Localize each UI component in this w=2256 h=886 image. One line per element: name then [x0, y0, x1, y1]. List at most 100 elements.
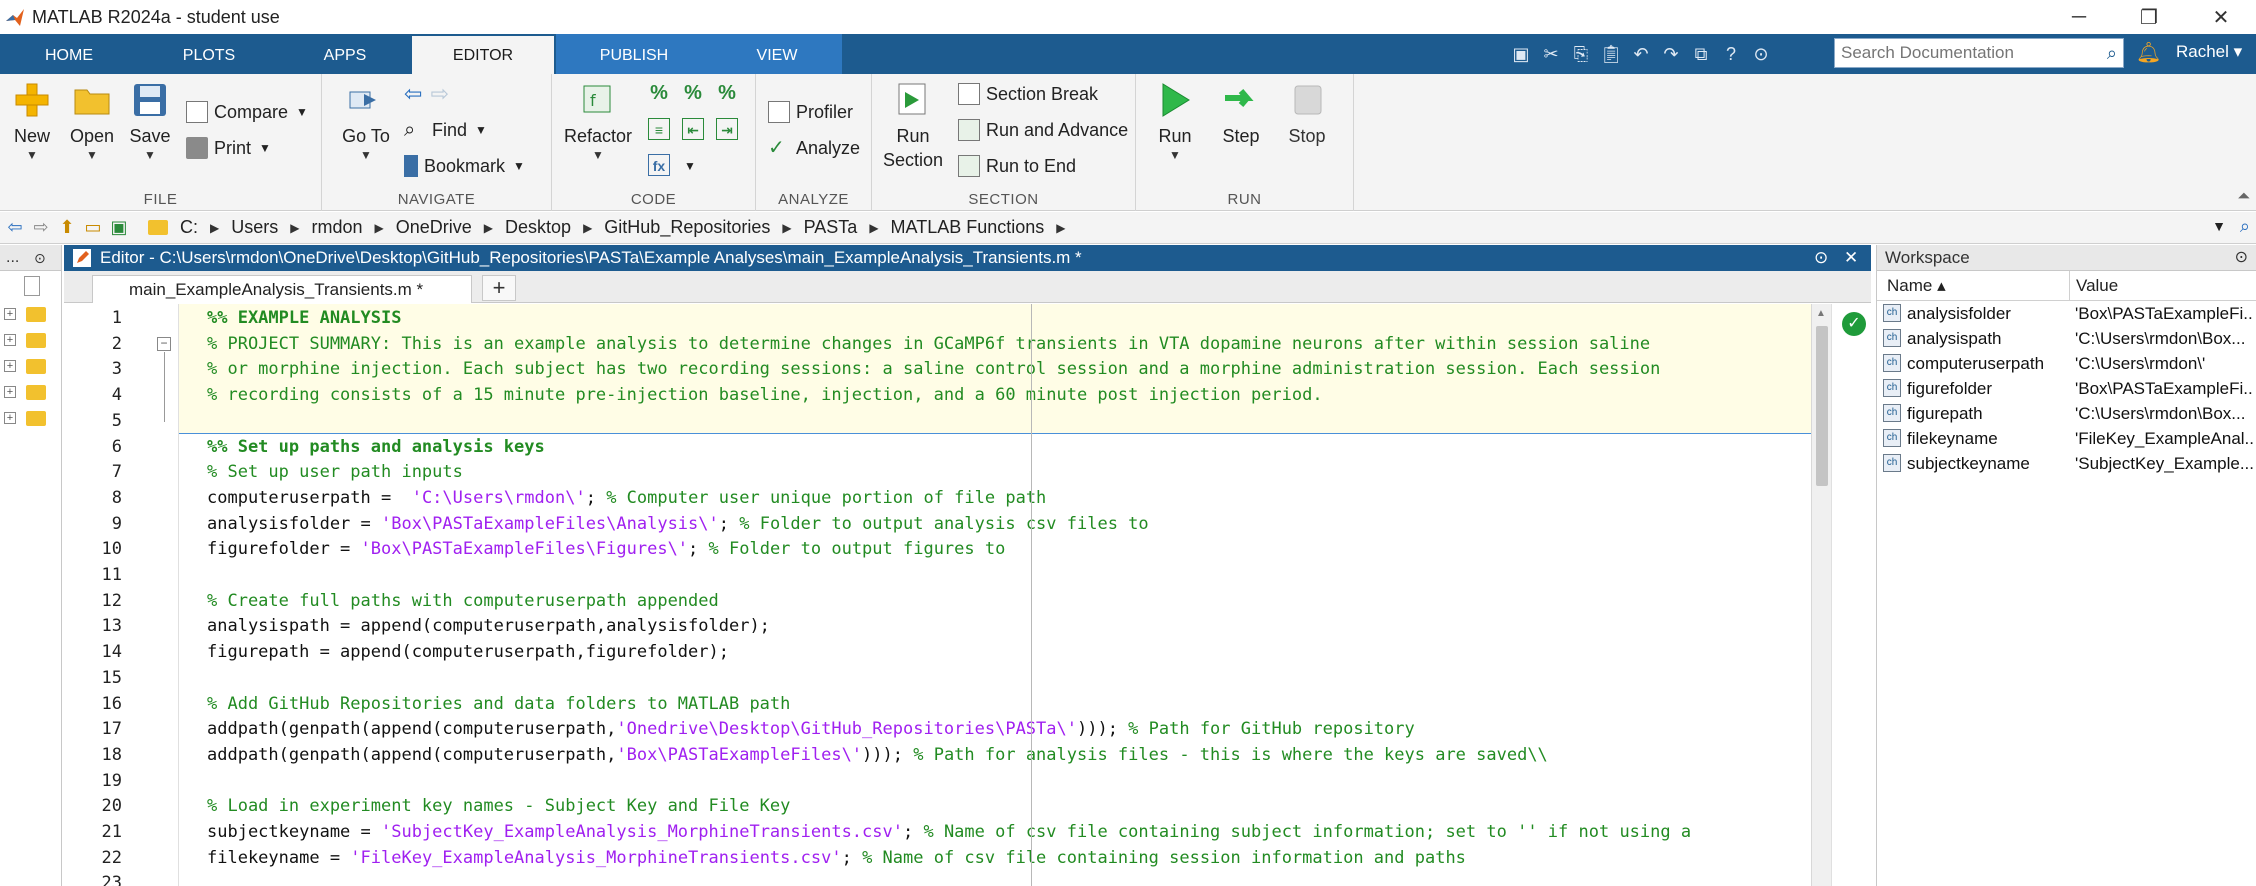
- run-to-end-button[interactable]: Run to End: [958, 152, 1076, 180]
- breadcrumb-desktop[interactable]: Desktop: [505, 217, 571, 238]
- chevron-right-icon[interactable]: ▶: [290, 221, 299, 235]
- go-to-button[interactable]: Go To ▼: [336, 80, 396, 162]
- chevron-right-icon[interactable]: ▶: [1056, 221, 1065, 235]
- code-line[interactable]: 1 %% EXAMPLE ANALYSIS: [64, 308, 1811, 334]
- expand-icon[interactable]: +: [4, 334, 16, 346]
- run-button[interactable]: Run ▼: [1150, 80, 1200, 162]
- back-forward-nav[interactable]: ⇦ ⇨: [404, 80, 449, 108]
- breadcrumb-rmdon[interactable]: rmdon: [311, 217, 362, 238]
- breadcrumb-onedrive[interactable]: OneDrive: [396, 217, 472, 238]
- code-line[interactable]: 11: [64, 565, 1811, 591]
- code-line[interactable]: 6 %% Set up paths and analysis keys: [64, 437, 1811, 463]
- paste-icon[interactable]: 📋︎: [1596, 40, 1626, 68]
- search-input[interactable]: [1835, 39, 2085, 67]
- forward-arrow-icon[interactable]: ⇨: [430, 81, 448, 107]
- code-line[interactable]: 3 % or morphine injection. Each subject h…: [64, 359, 1811, 385]
- analyze-button[interactable]: ✓ Analyze: [768, 134, 860, 162]
- breadcrumb-github[interactable]: GitHub_Repositories: [604, 217, 770, 238]
- scroll-up-icon[interactable]: ▲: [1816, 308, 1826, 319]
- forward-arrow-icon[interactable]: ⇨: [30, 217, 52, 239]
- editor-options-icon[interactable]: ⊙: [1814, 245, 1828, 271]
- refactor-button[interactable]: f Refactor ▼: [562, 80, 634, 162]
- search-folder-icon[interactable]: ⌕: [2240, 216, 2250, 237]
- workspace-menu-icon[interactable]: ⊙: [2235, 245, 2248, 271]
- user-menu[interactable]: Rachel ▾: [2176, 42, 2242, 62]
- tab-view[interactable]: VIEW: [712, 34, 842, 74]
- decrease-indent-icon[interactable]: ⇤: [682, 118, 704, 140]
- switch-windows-icon[interactable]: ⧉: [1686, 40, 1716, 68]
- expand-icon[interactable]: +: [4, 412, 16, 424]
- smart-indent-icon[interactable]: ≡: [648, 118, 670, 140]
- search-icon[interactable]: ⌕: [2107, 43, 2117, 64]
- profiler-button[interactable]: Profiler: [768, 98, 853, 126]
- section-break-button[interactable]: Section Break: [958, 80, 1098, 108]
- scrollbar-thumb[interactable]: [1816, 326, 1828, 486]
- new-button[interactable]: New ▼: [6, 80, 58, 162]
- code-line[interactable]: 10 figurefolder = 'Box\PASTaExampleFiles\…: [64, 539, 1811, 565]
- chevron-right-icon[interactable]: ▶: [375, 221, 384, 235]
- code-line[interactable]: 15: [64, 668, 1811, 694]
- code-line[interactable]: 4 % recording consists of a 15 minute pre…: [64, 385, 1811, 411]
- collapse-ribbon-icon[interactable]: ⏶: [2237, 188, 2250, 206]
- code-line[interactable]: 19: [64, 771, 1811, 797]
- up-folder-icon[interactable]: ⬆: [56, 217, 78, 239]
- code-line[interactable]: 16 % Add GitHub Repositories and data fol…: [64, 694, 1811, 720]
- folder-row[interactable]: +: [0, 405, 61, 431]
- close-editor-icon[interactable]: ✕: [1844, 245, 1858, 271]
- save-button[interactable]: Save ▼: [124, 80, 176, 162]
- open-button[interactable]: Open ▼: [64, 80, 120, 162]
- workspace-variable-row[interactable]: ch subjectkeyname 'SubjectKey_Example...: [1877, 451, 2256, 476]
- run-section-button[interactable]: Run Section: [880, 80, 946, 172]
- breadcrumb-users[interactable]: Users: [231, 217, 278, 238]
- tab-apps[interactable]: APPS: [280, 34, 410, 74]
- tab-editor[interactable]: EDITOR: [412, 36, 554, 74]
- workspace-variable-row[interactable]: ch figurepath 'C:\Users\rmdon\Box...: [1877, 401, 2256, 426]
- undo-icon[interactable]: ↶: [1626, 40, 1656, 68]
- breadcrumb-c[interactable]: C:: [180, 217, 198, 238]
- folder-row[interactable]: +: [0, 353, 61, 379]
- maximize-button[interactable]: ❐: [2114, 0, 2184, 34]
- back-arrow-icon[interactable]: ⇦: [404, 81, 422, 107]
- code-line[interactable]: 12 % Create full paths with computeruserp…: [64, 591, 1811, 617]
- compare-button[interactable]: Compare ▼: [186, 98, 308, 126]
- code-line[interactable]: 13 analysispath = append(computeruserpath…: [64, 616, 1811, 642]
- workspace-variable-row[interactable]: ch figurefolder 'Box\PASTaExampleFi...: [1877, 376, 2256, 401]
- workspace-variable-row[interactable]: ch analysisfolder 'Box\PASTaExampleFi...: [1877, 301, 2256, 326]
- folder-row[interactable]: [0, 271, 61, 301]
- workspace-variable-row[interactable]: ch computeruserpath 'C:\Users\rmdon\': [1877, 351, 2256, 376]
- panel-menu-icon[interactable]: ⊙: [34, 245, 46, 271]
- new-tab-button[interactable]: +: [482, 275, 516, 301]
- save-icon[interactable]: ▣: [1506, 40, 1536, 68]
- code-editor[interactable]: − 1%% EXAMPLE ANALYSIS 2% PROJECT SUMMARY…: [64, 304, 1811, 886]
- chevron-right-icon[interactable]: ▶: [782, 221, 791, 235]
- code-line[interactable]: 14 figurepath = append(computeruserpath,f…: [64, 642, 1811, 668]
- file-tab-main-example[interactable]: main_ExampleAnalysis_Transients.m *: [92, 275, 472, 303]
- expand-icon[interactable]: +: [4, 308, 16, 320]
- step-button[interactable]: Step: [1216, 80, 1266, 148]
- cut-icon[interactable]: ✂: [1536, 40, 1566, 68]
- code-line[interactable]: 22 filekeyname = 'FileKey_ExampleAnalysis…: [64, 848, 1811, 874]
- workspace-variable-row[interactable]: ch filekeyname 'FileKey_ExampleAnal...: [1877, 426, 2256, 451]
- copy-icon[interactable]: ⎘: [1566, 40, 1596, 68]
- address-dropdown-icon[interactable]: ▼: [2212, 218, 2226, 234]
- code-line[interactable]: 17 addpath(genpath(append(computeruserpat…: [64, 719, 1811, 745]
- code-line[interactable]: 18 addpath(genpath(append(computeruserpat…: [64, 745, 1811, 771]
- redo-icon[interactable]: ↷: [1656, 40, 1686, 68]
- code-line[interactable]: 9 analysisfolder = 'Box\PASTaExampleFiles…: [64, 514, 1811, 540]
- comment-icon[interactable]: %: [648, 82, 670, 104]
- browse-folder-icon[interactable]: ▭: [82, 217, 104, 239]
- uncomment-icon[interactable]: %: [682, 82, 704, 104]
- code-issues-icon[interactable]: fx: [648, 154, 670, 176]
- column-name[interactable]: Name ▴: [1887, 271, 1946, 301]
- workspace-variable-row[interactable]: ch analysispath 'C:\Users\rmdon\Box...: [1877, 326, 2256, 351]
- back-arrow-icon[interactable]: ⇦: [4, 217, 26, 239]
- breadcrumb-matlab-functions[interactable]: MATLAB Functions: [891, 217, 1045, 238]
- code-line[interactable]: 8 computeruserpath = 'C:\Users\rmdon\'; %…: [64, 488, 1811, 514]
- chevron-right-icon[interactable]: ▶: [869, 221, 878, 235]
- customize-icon[interactable]: ⊙: [1746, 40, 1776, 68]
- folder-row[interactable]: +: [0, 327, 61, 353]
- code-line[interactable]: 7 % Set up user path inputs: [64, 462, 1811, 488]
- column-value[interactable]: Value: [2069, 271, 2118, 301]
- minimize-button[interactable]: ─: [2044, 0, 2114, 34]
- chevron-right-icon[interactable]: ▶: [210, 221, 219, 235]
